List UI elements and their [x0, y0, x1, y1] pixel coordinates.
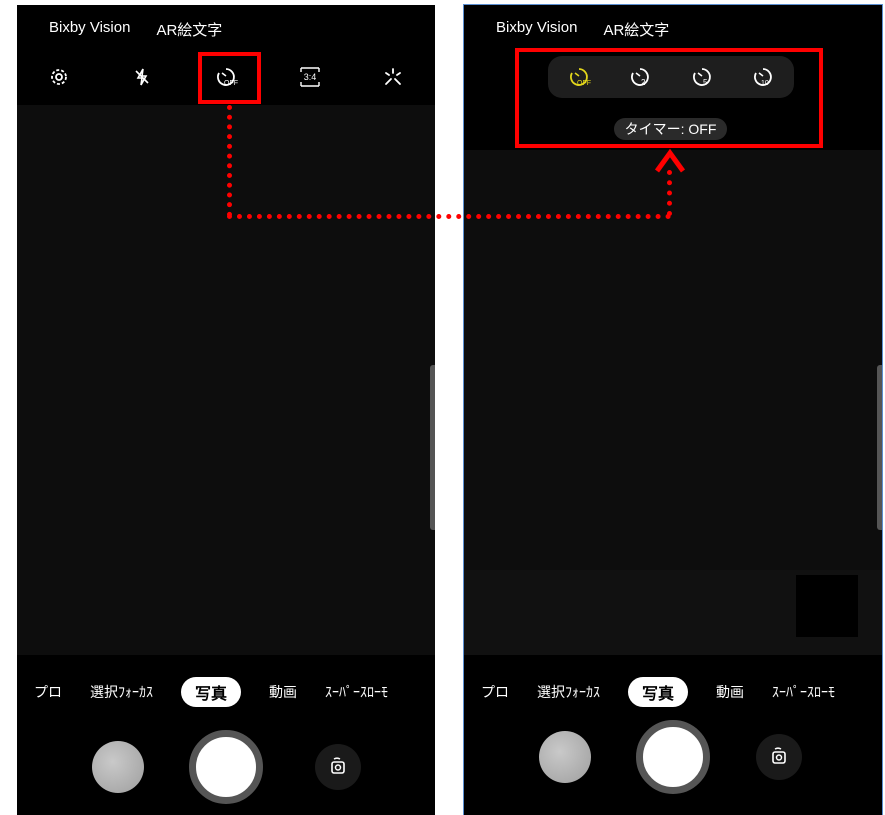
mode-pro[interactable]: プロ [34, 682, 62, 702]
mode-selective-focus[interactable]: 選択ﾌｫｰｶｽ [90, 682, 153, 702]
mode-video[interactable]: 動画 [269, 682, 297, 702]
flash-off-icon[interactable] [125, 60, 159, 94]
ar-emoji-button[interactable]: AR絵文字 [603, 19, 669, 40]
timer-off-option[interactable]: OFF [562, 60, 596, 94]
bixby-vision-button[interactable]: Bixby Vision [49, 19, 130, 40]
edge-panel-handle[interactable] [877, 365, 882, 530]
shutter-button[interactable] [636, 720, 710, 794]
mode-photo[interactable]: 写真 [627, 677, 688, 707]
shutter-controls [17, 727, 435, 807]
shutter-controls [464, 717, 882, 797]
settings-icon[interactable] [42, 60, 76, 94]
timer-options-bar: OFF 2 5 10 [548, 56, 794, 98]
top-bar: Bixby Vision AR絵文字 OFF 3:4 [17, 5, 435, 105]
timer-off-icon[interactable]: OFF [209, 60, 243, 94]
timer-off-option-label: OFF [577, 80, 591, 87]
filter-icon[interactable] [376, 60, 410, 94]
mode-super-slow[interactable]: ｽｰﾊﾟｰｽﾛｰﾓ [325, 682, 388, 702]
mode-super-slow[interactable]: ｽｰﾊﾟｰｽﾛｰﾓ [772, 682, 835, 702]
mode-selector: プロ 選択ﾌｫｰｶｽ 写真 動画 ｽｰﾊﾟｰｽﾛｰﾓ [17, 677, 435, 707]
timer-2s-label: 2 [641, 78, 646, 87]
gallery-thumbnail[interactable] [92, 741, 144, 793]
mode-pro[interactable]: プロ [481, 682, 509, 702]
bixby-vision-button[interactable]: Bixby Vision [496, 19, 577, 40]
timer-status-label: タイマー: OFF [614, 118, 727, 140]
timer-5s-label: 5 [703, 78, 708, 87]
gallery-thumbnail[interactable] [539, 731, 591, 783]
timer-2s-option[interactable]: 2 [623, 60, 657, 94]
ar-emoji-button[interactable]: AR絵文字 [156, 19, 222, 40]
aspect-ratio-label: 3:4 [303, 72, 316, 82]
shutter-button[interactable] [189, 730, 263, 804]
mode-photo[interactable]: 写真 [180, 677, 241, 707]
edge-panel-handle[interactable] [430, 365, 435, 530]
switch-camera-icon [331, 757, 345, 774]
timer-off-icon: OFF [569, 68, 591, 87]
timer-5s-icon: 5 [692, 68, 711, 87]
timer-10s-label: 10 [761, 80, 769, 87]
timer-10s-option[interactable]: 10 [746, 60, 780, 94]
mode-video[interactable]: 動画 [716, 682, 744, 702]
camera-screen-left: Bixby Vision AR絵文字 OFF 3:4 プロ 選択ﾌｫｰｶｽ 写真 [17, 5, 435, 815]
camera-preview[interactable] [17, 105, 435, 655]
timer-2s-icon: 2 [631, 68, 650, 87]
switch-camera-button[interactable] [315, 744, 361, 790]
switch-camera-icon [772, 747, 786, 764]
switch-camera-button[interactable] [756, 734, 802, 780]
top-bar: Bixby Vision AR絵文字 OFF 2 5 10 タイマー: OFF [464, 5, 882, 150]
mode-selector: プロ 選択ﾌｫｰｶｽ 写真 動画 ｽｰﾊﾟｰｽﾛｰﾓ [464, 677, 882, 707]
preview-overlay-square [796, 575, 858, 637]
timer-off-badge: OFF [224, 80, 238, 87]
mode-selective-focus[interactable]: 選択ﾌｫｰｶｽ [537, 682, 600, 702]
camera-screen-right: Bixby Vision AR絵文字 OFF 2 5 10 タイマー: OFF … [463, 4, 883, 815]
aspect-ratio-icon[interactable]: 3:4 [293, 60, 327, 94]
timer-10s-icon: 10 [754, 68, 773, 87]
timer-5s-option[interactable]: 5 [685, 60, 719, 94]
